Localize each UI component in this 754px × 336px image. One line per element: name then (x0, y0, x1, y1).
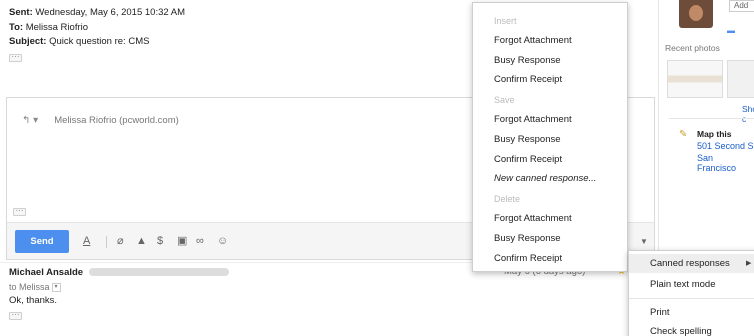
delete-header: Delete (494, 194, 521, 204)
toolbar-divider (106, 236, 107, 248)
sent-label: Sent: (9, 7, 33, 18)
paperclip-icon[interactable]: ⌀ (117, 234, 124, 248)
message-body: Ok, thanks. (9, 295, 58, 306)
print-item[interactable]: Print (650, 307, 670, 318)
menu-divider (629, 298, 754, 299)
map-title: Map this (697, 129, 732, 139)
insert-header: Insert (494, 16, 517, 26)
avatar[interactable] (679, 0, 713, 28)
link-icon[interactable]: ∞ (196, 234, 204, 248)
photo-thumbnail[interactable] (727, 60, 754, 98)
check-spelling-item[interactable]: Check spelling (650, 326, 712, 336)
subject-line: Subject: Quick question re: CMS (9, 35, 185, 50)
recent-photos-title: Recent photos (665, 43, 720, 53)
previous-message: Michael Ansalde to Melissa ▾ Ok, thanks. … (9, 266, 230, 322)
sent-value: Wednesday, May 6, 2015 10:32 AM (35, 7, 186, 18)
send-button[interactable]: Send (15, 230, 69, 253)
more-options-icon[interactable]: ▼ (640, 237, 648, 246)
subject-label: Subject: (9, 36, 47, 47)
save-header: Save (494, 95, 515, 105)
canned-responses-menu: Insert Forgot Attachment Busy Response C… (472, 2, 628, 272)
insert-forgot-attachment[interactable]: Forgot Attachment (494, 35, 572, 46)
redacted-email (89, 268, 230, 277)
show-details-icon[interactable]: ▾ (51, 283, 61, 293)
show-quoted-text-button[interactable]: ··· (13, 207, 26, 216)
new-canned-response[interactable]: New canned response... (494, 173, 596, 184)
more-options-menu: Canned responses ▶ Plain text mode Print… (628, 250, 754, 336)
show-trimmed-content-button[interactable]: ··· (9, 52, 22, 62)
submenu-arrow-icon: ▶ (746, 260, 752, 267)
insert-confirm-receipt[interactable]: Confirm Receipt (494, 74, 562, 85)
save-busy-response[interactable]: Busy Response (494, 134, 561, 145)
sent-line: Sent: Wednesday, May 6, 2015 10:32 AM (9, 6, 185, 21)
map-pin-icon: ✎ (679, 129, 688, 140)
subject-value: Quick question re: CMS (49, 36, 150, 47)
add-contact-button[interactable]: Add (729, 0, 754, 12)
message-sender[interactable]: Michael Ansalde (9, 267, 83, 278)
insert-busy-response[interactable]: Busy Response (494, 55, 561, 66)
emoji-icon[interactable]: ☺ (217, 234, 228, 248)
reply-recipient: Melissa Riofrio (pcworld.com) (54, 115, 179, 126)
address-line-1[interactable]: 501 Second S (697, 141, 754, 151)
format-text-icon[interactable]: A (83, 234, 90, 248)
email-compose-view: Sent: Wednesday, May 6, 2015 10:32 AM To… (0, 0, 754, 336)
show-more-link[interactable]: Show c (742, 104, 754, 124)
address-line-2[interactable]: San Francisco (697, 153, 754, 173)
to-value: Melissa Riofrio (25, 21, 89, 33)
delete-busy-response[interactable]: Busy Response (494, 233, 561, 244)
delete-forgot-attachment[interactable]: Forgot Attachment (494, 213, 572, 224)
to-line: To: Melissa Riofrio (9, 21, 185, 36)
dollar-icon[interactable]: $ (157, 234, 163, 248)
photo-thumbnail[interactable] (667, 60, 723, 98)
delete-confirm-receipt[interactable]: Confirm Receipt (494, 253, 562, 264)
save-forgot-attachment[interactable]: Forgot Attachment (494, 114, 572, 125)
quoted-header: Sent: Wednesday, May 6, 2015 10:32 AM To… (9, 6, 185, 64)
plain-text-mode-item[interactable]: Plain text mode (650, 279, 715, 290)
sidebar-divider (669, 118, 754, 119)
reply-arrow-icon[interactable]: ↰ ▾ (22, 115, 38, 126)
to-label: To: (9, 21, 24, 33)
save-confirm-receipt[interactable]: Confirm Receipt (494, 154, 562, 165)
reply-recipient-row[interactable]: ↰ ▾ Melissa Riofrio (pcworld.com) (22, 115, 179, 126)
message-recipient: to Melissa (9, 282, 50, 292)
email-icon[interactable]: ▬ (727, 26, 735, 35)
show-trimmed-message-button[interactable]: ··· (9, 311, 22, 320)
canned-responses-item[interactable]: Canned responses (650, 258, 730, 269)
photo-icon[interactable]: ▣ (177, 234, 187, 248)
recent-photos (667, 60, 754, 98)
drive-icon[interactable]: ▲ (136, 234, 147, 248)
